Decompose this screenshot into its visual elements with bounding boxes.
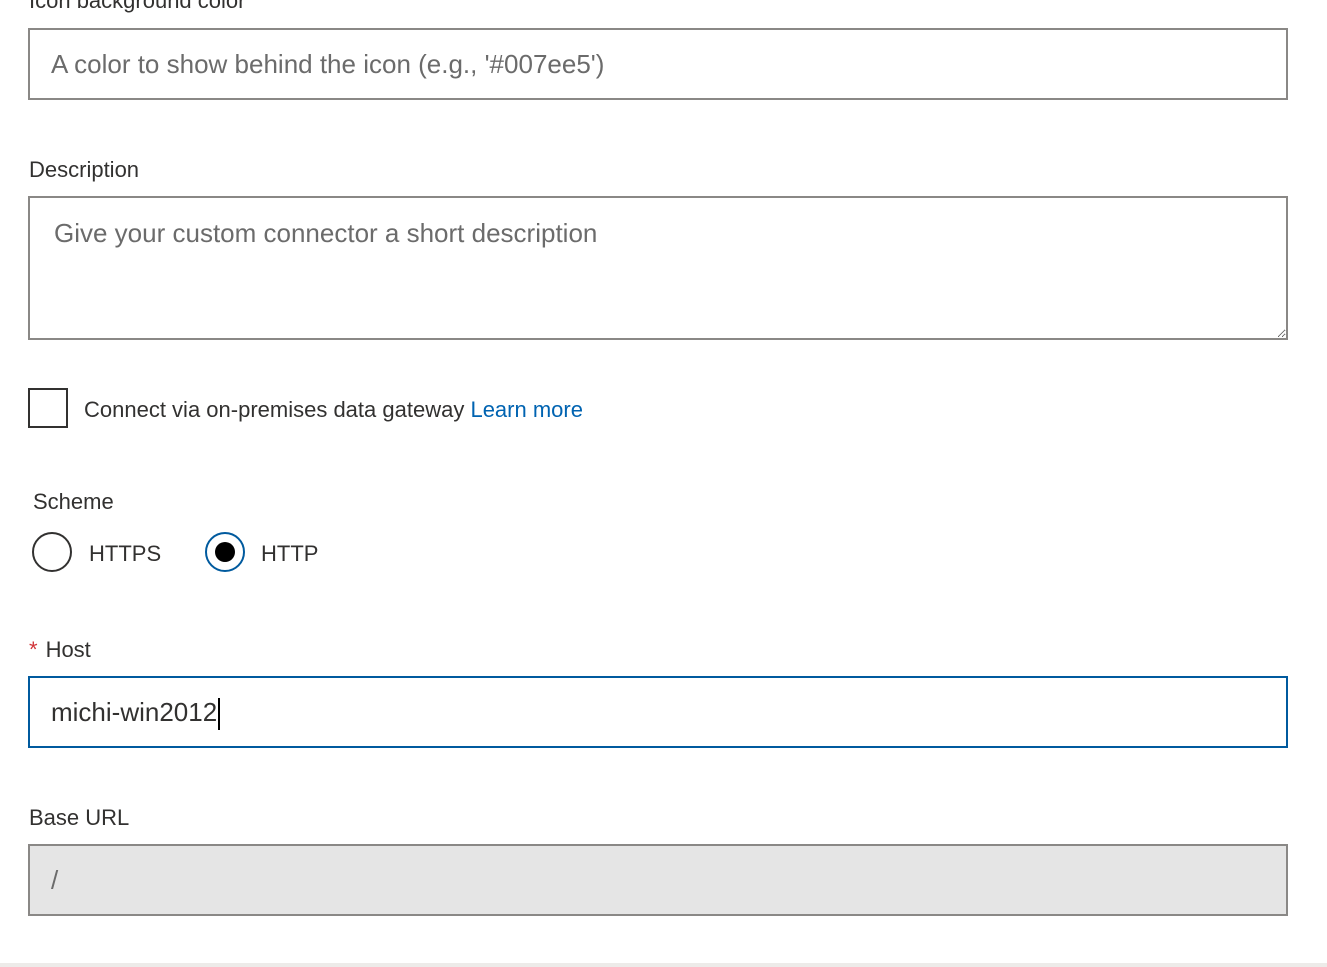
gateway-checkbox-label: Connect via on-premises data gateway <box>84 397 465 422</box>
radio-selected-dot <box>215 542 235 562</box>
scheme-label: Scheme <box>33 489 114 514</box>
required-marker: * <box>29 637 38 662</box>
icon-background-input[interactable] <box>28 28 1288 100</box>
connector-general-form: Icon background color Description Connec… <box>0 0 1327 967</box>
scheme-radio-http[interactable] <box>205 532 245 572</box>
base-url-input[interactable]: / <box>28 844 1288 916</box>
scheme-radio-https-label: HTTPS <box>89 541 162 566</box>
bottom-divider <box>0 963 1327 967</box>
gateway-checkbox-row: Connect via on-premises data gateway Lea… <box>84 396 583 424</box>
host-label-row: * Host <box>29 637 91 663</box>
base-url-value: / <box>51 865 59 895</box>
icon-background-label: Icon background color <box>29 0 246 13</box>
text-caret <box>218 698 221 731</box>
scheme-radio-https[interactable] <box>32 532 72 572</box>
gateway-checkbox[interactable] <box>28 388 68 428</box>
host-input[interactable]: michi-win2012 <box>28 676 1288 748</box>
host-input-value: michi-win2012 <box>51 697 218 727</box>
description-textarea[interactable] <box>28 196 1288 340</box>
description-label: Description <box>29 157 140 182</box>
base-url-label: Base URL <box>29 805 130 830</box>
host-label: Host <box>45 637 91 662</box>
scheme-radio-http-label: HTTP <box>261 541 319 566</box>
learn-more-link[interactable]: Learn more <box>470 397 583 422</box>
